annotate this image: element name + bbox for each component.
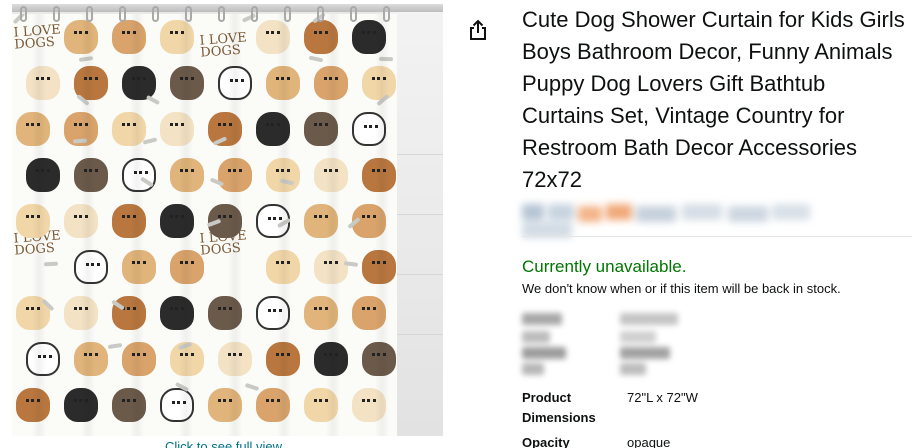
curtain-ring <box>20 6 27 22</box>
share-button[interactable] <box>467 19 489 43</box>
curtain-fold <box>179 14 193 436</box>
full-view-link[interactable]: Click to see full view <box>165 439 282 448</box>
bone-pattern <box>142 137 158 145</box>
curtain-ring <box>284 6 291 22</box>
variant-swatch-redacted[interactable] <box>522 311 574 375</box>
bone-pattern <box>244 382 260 392</box>
curtain-fold <box>130 14 144 436</box>
curtain-fold <box>277 14 291 436</box>
availability-status: Currently unavailable. <box>522 257 687 276</box>
spec-label-opacity: Opacity <box>522 435 570 448</box>
curtain-ring <box>317 6 324 22</box>
curtain-ring <box>218 6 225 22</box>
curtain-fold <box>375 14 389 436</box>
product-title: Cute Dog Shower Curtain for Kids Girls B… <box>522 7 905 192</box>
curtain-fold <box>32 14 46 436</box>
curtain-ring <box>53 6 60 22</box>
bone-pattern <box>43 261 59 267</box>
spec-label-dimensions: Product Dimensions <box>522 390 596 425</box>
stock-message: We don't know when or if this item will … <box>522 281 841 296</box>
bone-pattern <box>145 94 161 106</box>
dog-curtain-pattern: I LOVEDOGS I LOVEDOGS I LOVEDOGS I LOVED… <box>12 14 397 436</box>
curtain-fold <box>81 14 95 436</box>
variant-swatch-redacted[interactable] <box>620 311 686 375</box>
rating-area-redacted <box>522 200 812 238</box>
curtain-fold <box>228 14 242 436</box>
spec-value-dimensions: 72"L x 72"W <box>627 390 698 405</box>
curtain-ring <box>86 6 93 22</box>
curtain-ring <box>152 6 159 22</box>
share-icon <box>470 19 486 40</box>
curtain-ring <box>350 6 357 22</box>
product-image[interactable]: I LOVEDOGS I LOVEDOGS I LOVEDOGS I LOVED… <box>12 4 443 436</box>
curtain-ring <box>251 6 258 22</box>
curtain-rod <box>12 4 443 12</box>
bone-pattern <box>308 55 324 63</box>
curtain-ring <box>383 6 390 22</box>
curtain-ring <box>119 6 126 22</box>
curtain-ring <box>185 6 192 22</box>
section-divider <box>522 236 912 237</box>
spec-value-opacity: opaque <box>627 435 671 448</box>
bone-pattern <box>107 342 123 350</box>
curtain-fold <box>326 14 340 436</box>
